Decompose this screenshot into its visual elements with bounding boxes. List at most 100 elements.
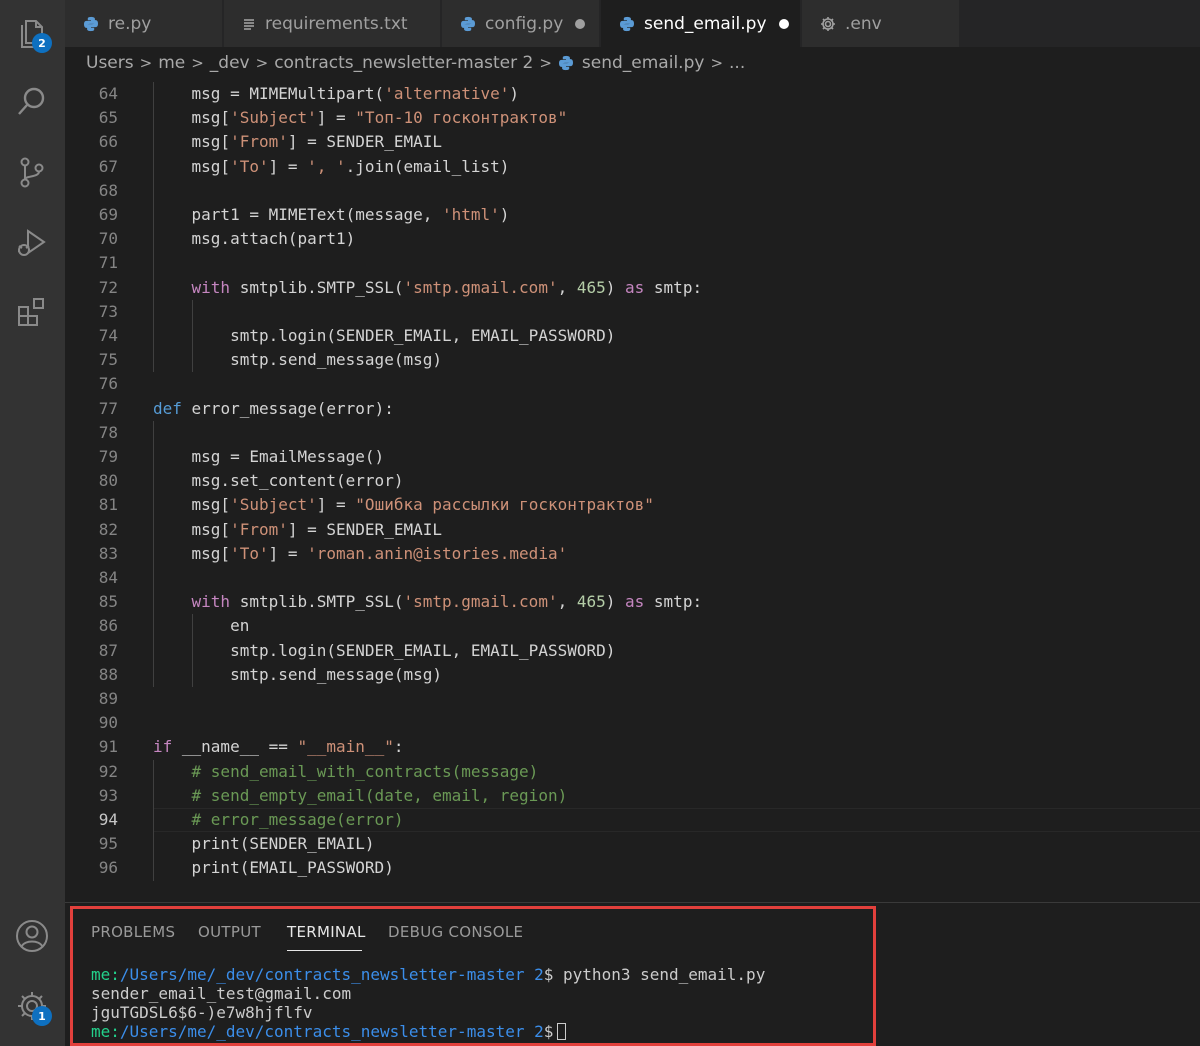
code-line[interactable]: 78 <box>65 421 1200 445</box>
code-line[interactable]: 93 # send_empty_email(date, email, regio… <box>65 784 1200 808</box>
code-line[interactable]: 87 smtp.login(SENDER_EMAIL, EMAIL_PASSWO… <box>65 639 1200 663</box>
tab-send-email-py[interactable]: send_email.py <box>601 0 801 47</box>
tab-requirements-txt[interactable]: requirements.txt <box>224 0 441 47</box>
breadcrumb-item[interactable]: _dev <box>210 53 250 73</box>
code-line[interactable]: 86 en <box>65 614 1200 638</box>
code-line[interactable]: 77 def error_message(error): <box>65 397 1200 421</box>
line-number: 71 <box>98 253 118 273</box>
code-line[interactable]: 84 <box>65 566 1200 590</box>
tab-config-py[interactable]: config.py <box>442 0 600 47</box>
line-number: 95 <box>98 834 118 854</box>
code-line[interactable]: 64 msg = MIMEMultipart('alternative') <box>65 82 1200 106</box>
code-token: smtplib.SMTP_SSL( <box>230 592 404 612</box>
code-line[interactable]: 95 print(SENDER_EMAIL) <box>65 832 1200 856</box>
extensions-icon[interactable] <box>12 292 52 332</box>
code-line[interactable]: 71 <box>65 251 1200 275</box>
code-line[interactable]: 91 if __name__ == "__main__": <box>65 735 1200 759</box>
breadcrumb-item[interactable]: contracts_newsletter-master 2 <box>274 53 533 73</box>
code-line[interactable]: 83 msg['To'] = 'roman.anin@istories.medi… <box>65 542 1200 566</box>
terminal[interactable]: me:/Users/me/_dev/contracts_newsletter-m… <box>91 965 765 1041</box>
code-line[interactable]: 79 msg = EmailMessage() <box>65 445 1200 469</box>
code-line[interactable]: 89 <box>65 687 1200 711</box>
terminal-line: me:/Users/me/_dev/contracts_newsletter-m… <box>91 1022 765 1041</box>
source-control-icon[interactable] <box>12 152 52 192</box>
tab-terminal[interactable]: TERMINAL <box>287 923 366 941</box>
code-line[interactable]: 69 part1 = MIMEText(message, 'html') <box>65 203 1200 227</box>
breadcrumb-item[interactable]: send_email.py <box>582 53 705 73</box>
run-debug-icon[interactable] <box>12 222 52 262</box>
code-line[interactable]: 82 msg['From'] = SENDER_EMAIL <box>65 518 1200 542</box>
code-token: .join(email_list) <box>345 156 510 176</box>
code-token: smtp.send_message(msg) <box>230 350 442 370</box>
code-line[interactable]: 88 smtp.send_message(msg) <box>65 663 1200 687</box>
code-token: smtplib.SMTP_SSL( <box>230 277 404 297</box>
code-text: with smtplib.SMTP_SSL('smtp.gmail.com', … <box>153 590 703 614</box>
terminal-command: python3 send_email.py <box>563 965 766 984</box>
unsaved-dot-icon[interactable] <box>778 18 789 29</box>
search-icon[interactable] <box>12 82 52 122</box>
code-text: msg = EmailMessage() <box>153 445 385 469</box>
code-line[interactable]: 92 # send_email_with_contracts(message) <box>65 760 1200 784</box>
code-line[interactable]: 65 msg['Subject'] = "Топ-10 госконтракто… <box>65 106 1200 130</box>
tab-output[interactable]: OUTPUT <box>198 923 261 941</box>
code-token: en <box>230 616 250 636</box>
code-line[interactable]: 76 <box>65 372 1200 396</box>
code-token: msg.set_content(error) <box>191 471 404 491</box>
code-token: # send_email_with_contracts(message) <box>191 761 539 781</box>
line-number: 82 <box>98 519 118 539</box>
code-token: msg[ <box>191 156 231 176</box>
code-line[interactable]: 67 msg['To'] = ', '.join(email_list) <box>65 155 1200 179</box>
code-line[interactable]: 90 <box>65 711 1200 735</box>
code-text: smtp.login(SENDER_EMAIL, EMAIL_PASSWORD) <box>153 324 615 348</box>
code-line[interactable]: 72 with smtplib.SMTP_SSL('smtp.gmail.com… <box>65 276 1200 300</box>
code-line[interactable]: 85 with smtplib.SMTP_SSL('smtp.gmail.com… <box>65 590 1200 614</box>
code-line[interactable]: 75 smtp.send_message(msg) <box>65 348 1200 372</box>
code-token: 'alternative' <box>384 84 510 103</box>
account-icon[interactable] <box>12 916 52 956</box>
line-number: 64 <box>98 84 118 103</box>
explorer-icon[interactable]: 2 <box>12 13 52 53</box>
code-token: msg[ <box>191 132 231 152</box>
code-line[interactable]: 94 # error_message(error) <box>65 808 1200 832</box>
breadcrumb-item[interactable]: Users <box>86 53 134 73</box>
code-line[interactable]: 74 smtp.login(SENDER_EMAIL, EMAIL_PASSWO… <box>65 324 1200 348</box>
breadcrumb-item[interactable]: ... <box>729 53 745 73</box>
terminal-line: me:/Users/me/_dev/contracts_newsletter-m… <box>91 965 765 984</box>
line-number: 91 <box>98 737 118 757</box>
code-line[interactable]: 66 msg['From'] = SENDER_EMAIL <box>65 130 1200 154</box>
code-token: 465 <box>576 592 606 612</box>
code-line[interactable]: 68 <box>65 179 1200 203</box>
python-icon <box>558 55 574 71</box>
line-number: 90 <box>98 713 118 733</box>
code-line[interactable]: 96 print(EMAIL_PASSWORD) <box>65 856 1200 880</box>
tab-problems[interactable]: PROBLEMS <box>91 923 175 941</box>
code-token: msg[ <box>191 519 231 539</box>
code-line[interactable]: 80 msg.set_content(error) <box>65 469 1200 493</box>
unsaved-dot-icon[interactable] <box>575 18 586 29</box>
tab-re-py[interactable]: re.py <box>65 0 223 47</box>
code-token: with <box>191 277 231 297</box>
prompt-user: me: <box>91 965 120 984</box>
tab-label: .env <box>845 13 882 34</box>
code-text: part1 = MIMEText(message, 'html') <box>153 203 510 227</box>
chevron-right-icon: > <box>191 54 204 72</box>
code-text: msg.attach(part1) <box>153 227 356 251</box>
code-token: "Ошибка рассылки госконтрактов" <box>355 495 654 515</box>
breadcrumb-item[interactable]: me <box>158 53 185 73</box>
tab-debug-console[interactable]: DEBUG CONSOLE <box>388 923 523 941</box>
code-token: print(SENDER_EMAIL) <box>191 834 375 854</box>
tab-env[interactable]: .env <box>802 0 960 47</box>
code-token: # error_message(error) <box>191 810 404 829</box>
code-text: smtp.login(SENDER_EMAIL, EMAIL_PASSWORD) <box>153 639 615 663</box>
line-number: 84 <box>98 568 118 587</box>
chevron-right-icon: > <box>139 54 153 72</box>
code-line[interactable]: 73 <box>65 300 1200 324</box>
code-editor[interactable]: 64 msg = MIMEMultipart('alternative') 65 … <box>65 80 1200 902</box>
code-text: msg['From'] = SENDER_EMAIL <box>153 518 442 542</box>
tab-label: send_email.py <box>644 13 767 34</box>
code-text: msg['From'] = SENDER_EMAIL <box>153 130 442 154</box>
python-icon <box>619 16 635 32</box>
settings-gear-icon[interactable]: 1 <box>12 986 52 1026</box>
code-line[interactable]: 70 msg.attach(part1) <box>65 227 1200 251</box>
code-line[interactable]: 81 msg['Subject'] = "Ошибка рассылки гос… <box>65 493 1200 517</box>
